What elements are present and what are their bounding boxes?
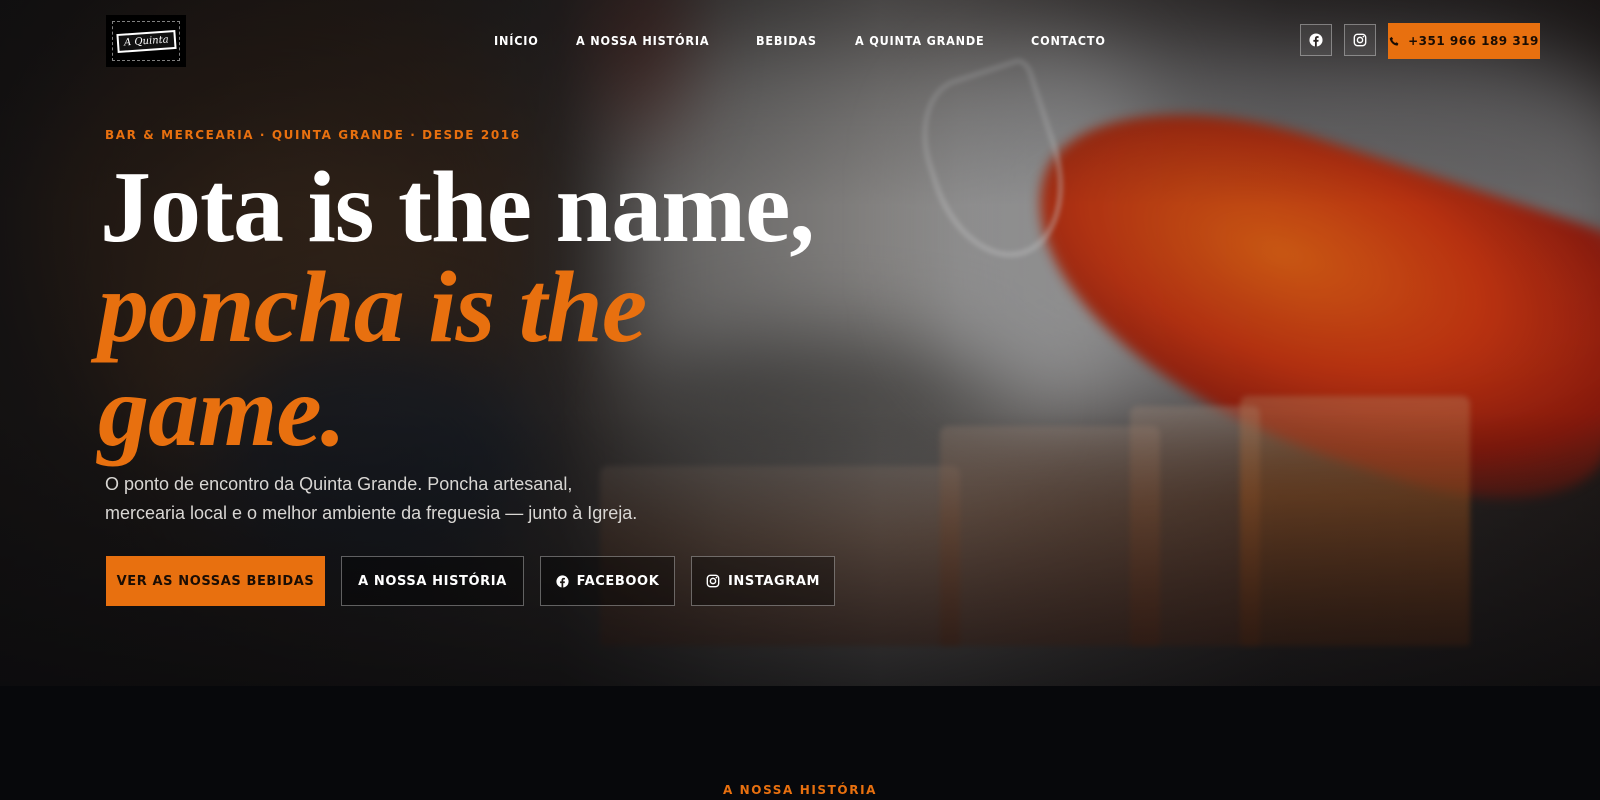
instagram-button[interactable]: INSTAGRAM	[691, 556, 835, 606]
hero-title-accent: poncha is the game.	[98, 251, 647, 468]
facebook-icon	[556, 574, 569, 588]
facebook-button-label: FACEBOOK	[576, 573, 660, 589]
phone-icon	[1389, 36, 1399, 46]
hero-title-accent-line: game.	[98, 355, 346, 468]
hero-title-accent-line: poncha is the	[98, 251, 647, 364]
hero-title: Jota is the name,	[100, 151, 815, 264]
phone-call-button[interactable]: +351 966 189 319	[1388, 23, 1540, 59]
facebook-icon	[1309, 33, 1323, 47]
our-story-button[interactable]: A NOSSA HISTÓRIA	[341, 556, 524, 606]
nav-item-inicio[interactable]: INÍCIO	[494, 33, 539, 48]
main-nav: INÍCIO A NOSSA HISTÓRIA BEBIDAS A QUINTA…	[494, 33, 1146, 48]
instagram-button-label: INSTAGRAM	[727, 573, 821, 589]
hero-subtitle-line: mercearia local e o melhor ambiente da f…	[105, 503, 638, 523]
instagram-icon	[706, 574, 720, 588]
facebook-button[interactable]: FACEBOOK	[540, 556, 675, 606]
logo-text: A Quinta	[116, 29, 176, 53]
site-logo[interactable]: A Quinta	[106, 15, 186, 67]
nav-item-quinta-grande[interactable]: A QUINTA GRANDE	[855, 33, 985, 48]
nav-item-bebidas[interactable]: BEBIDAS	[756, 33, 817, 48]
hero-subtitle: O ponto de encontro da Quinta Grande. Po…	[105, 470, 665, 528]
view-drinks-button[interactable]: VER AS NOSSAS BEBIDAS	[106, 556, 325, 606]
nav-item-contacto[interactable]: CONTACTO	[1031, 33, 1106, 48]
nav-item-historia[interactable]: A NOSSA HISTÓRIA	[576, 33, 709, 48]
hero-eyebrow: BAR & MERCEARIA · QUINTA GRANDE · DESDE …	[105, 128, 521, 142]
instagram-icon	[1353, 33, 1367, 47]
instagram-header-button[interactable]	[1344, 24, 1376, 56]
facebook-header-button[interactable]	[1300, 24, 1332, 56]
next-section-label: A NOSSA HISTÓRIA	[722, 783, 878, 797]
phone-number: +351 966 189 319	[1408, 34, 1539, 48]
hero-subtitle-line: O ponto de encontro da Quinta Grande. Po…	[105, 474, 573, 494]
